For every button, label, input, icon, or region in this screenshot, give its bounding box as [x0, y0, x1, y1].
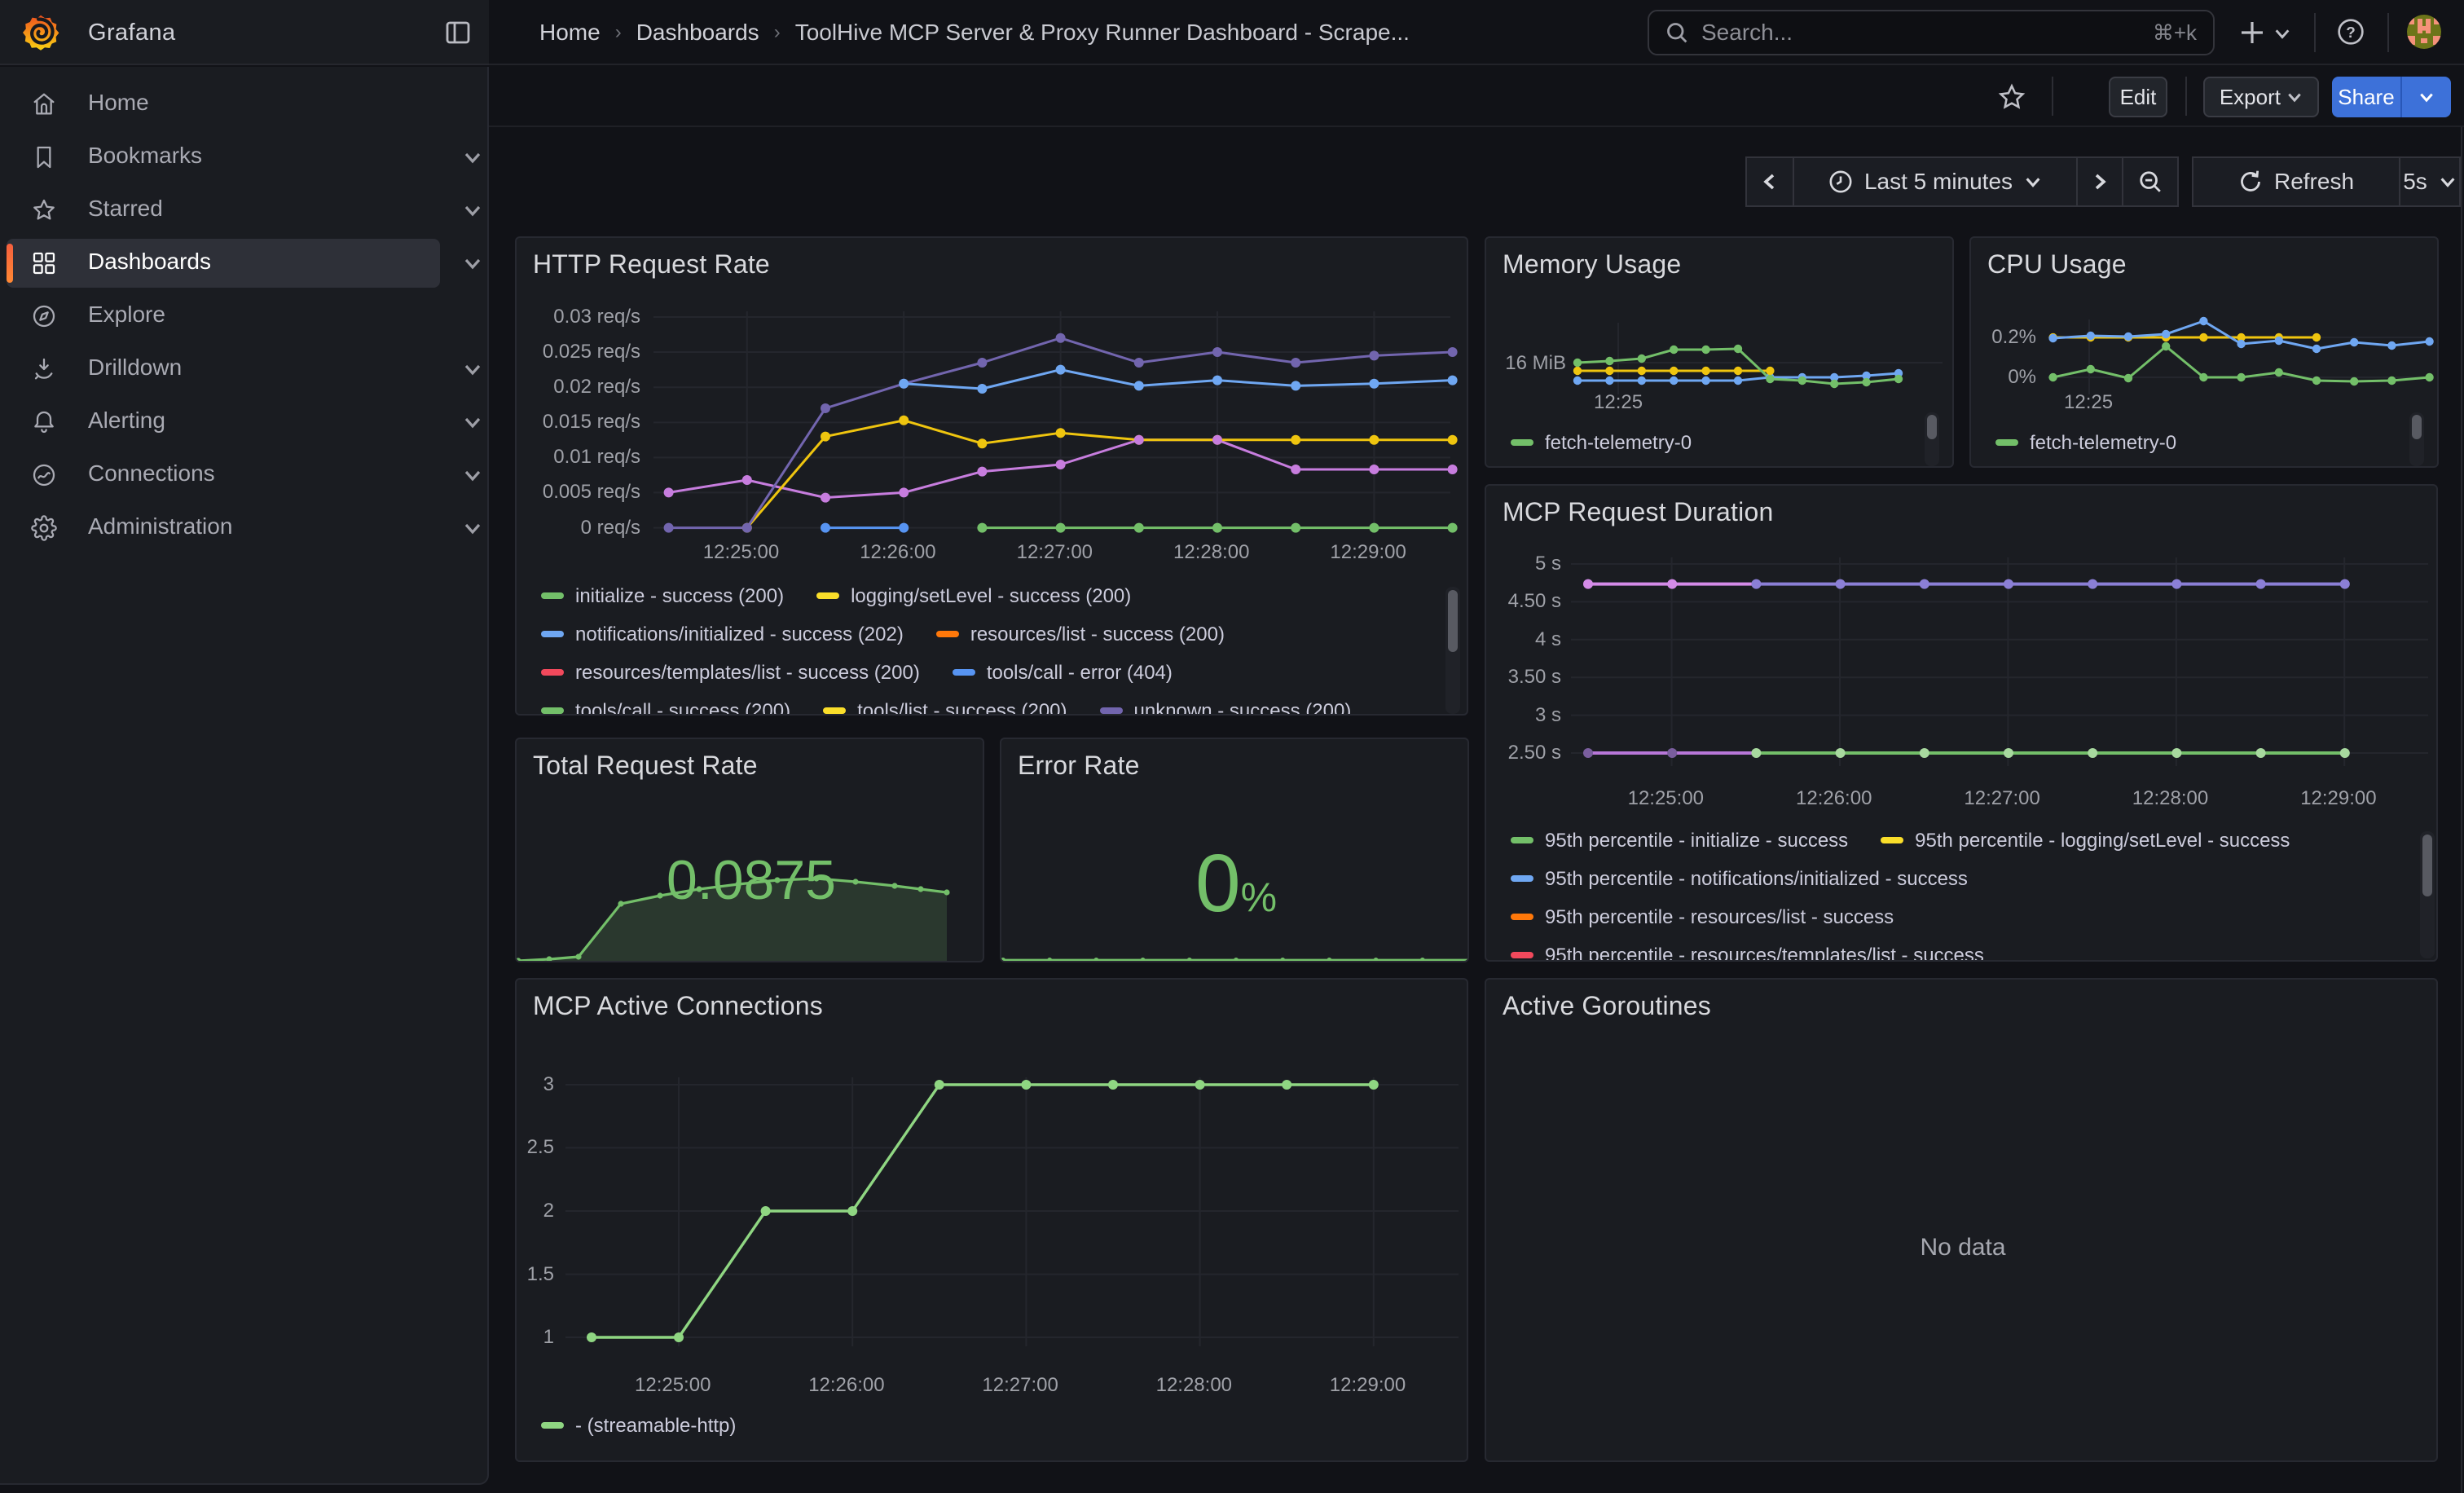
svg-text:?: ?	[2346, 24, 2356, 42]
